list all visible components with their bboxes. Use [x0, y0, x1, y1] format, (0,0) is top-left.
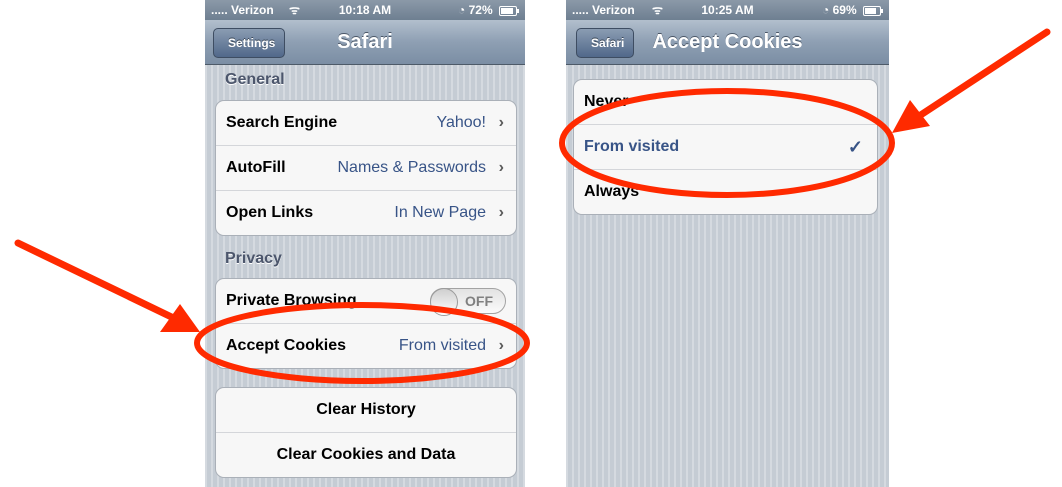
- battery-indicator: ◔ 72%: [458, 0, 519, 20]
- chevron-right-icon: ›: [498, 159, 504, 176]
- chevron-right-icon: ›: [498, 337, 504, 354]
- annotation-arrow-right: [892, 28, 1051, 133]
- section-header-privacy: Privacy: [225, 250, 282, 267]
- settings-safari-screen: ..... Verizon ᯤ 10:18 AM ◔ 72% Settings …: [205, 0, 525, 487]
- annotation-arrow-left: [14, 239, 200, 332]
- toggle-knob: [430, 288, 458, 316]
- row-label: Search Engine: [226, 114, 338, 131]
- option-always[interactable]: Always: [574, 170, 877, 214]
- clear-actions-group: Clear History Clear Cookies and Data: [215, 387, 517, 478]
- section-header-general: General: [225, 71, 285, 88]
- option-label: Never: [584, 93, 629, 110]
- status-bar: ..... Verizon ᯤ 10:18 AM ◔ 72%: [205, 0, 525, 20]
- battery-percent: 72%: [468, 3, 493, 17]
- navigation-bar: Safari Accept Cookies: [566, 20, 889, 65]
- row-value: From visited: [398, 337, 486, 354]
- option-label: Always: [584, 183, 640, 200]
- row-label: Open Links: [226, 204, 314, 221]
- battery-indicator: ◔ 69%: [822, 0, 883, 20]
- row-label: AutoFill: [226, 159, 286, 176]
- accept-cookies-screen: ..... Verizon ᯤ 10:25 AM ◔ 69% Safari Ac…: [566, 0, 889, 487]
- clear-cookies-button[interactable]: Clear Cookies and Data: [216, 433, 516, 477]
- page-title: Safari: [337, 31, 393, 53]
- button-label: Clear History: [316, 401, 416, 418]
- option-label: From visited: [584, 138, 680, 155]
- button-label: Clear Cookies and Data: [276, 446, 456, 463]
- row-value: In New Page: [394, 204, 486, 221]
- row-autofill[interactable]: AutoFill Names & Passwords ›: [216, 146, 516, 191]
- row-value: Yahoo!: [436, 114, 486, 131]
- row-value: Names & Passwords: [337, 159, 487, 176]
- privacy-settings-group: Private Browsing OFF Accept Cookies From…: [215, 278, 517, 369]
- battery-percent: 69%: [832, 3, 857, 17]
- battery-icon: [499, 5, 519, 16]
- page-title: Accept Cookies: [652, 31, 803, 53]
- row-open-links[interactable]: Open Links In New Page ›: [216, 191, 516, 235]
- alarm-icon: ◔: [822, 3, 830, 17]
- chevron-right-icon: ›: [498, 204, 504, 221]
- navigation-bar: Settings Safari: [205, 20, 525, 65]
- option-never[interactable]: Never: [574, 80, 877, 125]
- row-private-browsing: Private Browsing OFF: [216, 279, 516, 324]
- annotation-overlay: [14, 28, 1051, 384]
- row-label: Accept Cookies: [226, 337, 347, 354]
- cookie-options-group: Never From visited ✓ Always: [573, 79, 878, 215]
- alarm-icon: ◔: [458, 3, 466, 17]
- toggle-state: OFF: [465, 293, 493, 309]
- status-bar: ..... Verizon ᯤ 10:25 AM ◔ 69%: [566, 0, 889, 20]
- battery-icon: [863, 5, 883, 16]
- chevron-right-icon: ›: [498, 114, 504, 131]
- general-settings-group: Search Engine Yahoo! › AutoFill Names & …: [215, 100, 517, 236]
- clear-history-button[interactable]: Clear History: [216, 388, 516, 433]
- private-browsing-toggle[interactable]: OFF: [430, 288, 506, 316]
- option-from-visited[interactable]: From visited ✓: [574, 125, 877, 170]
- row-accept-cookies[interactable]: Accept Cookies From visited ›: [216, 324, 516, 368]
- row-search-engine[interactable]: Search Engine Yahoo! ›: [216, 101, 516, 146]
- checkmark-icon: ✓: [847, 137, 863, 157]
- row-label: Private Browsing: [226, 292, 357, 309]
